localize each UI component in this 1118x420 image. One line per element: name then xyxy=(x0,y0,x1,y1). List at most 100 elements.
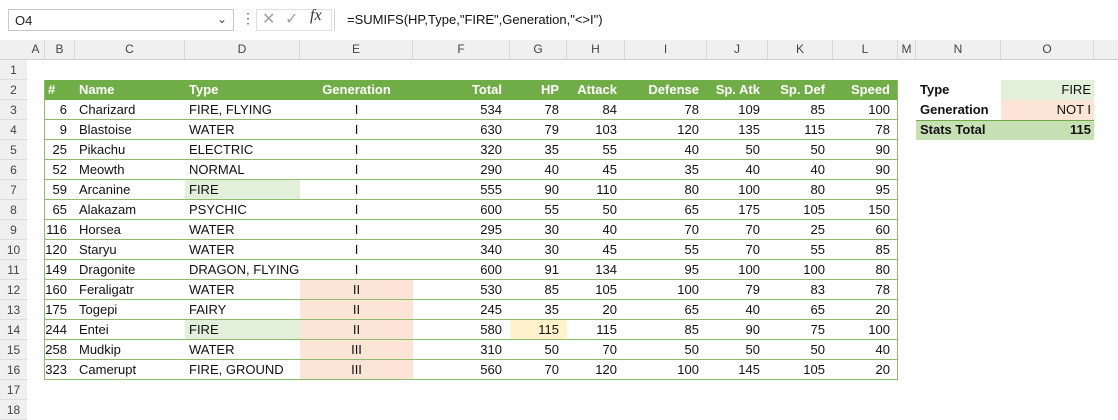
cell-speed[interactable]: 85 xyxy=(833,240,898,260)
cell-defense[interactable]: 95 xyxy=(625,260,707,280)
row-header[interactable]: 13 xyxy=(0,300,27,320)
cell-speed[interactable]: 40 xyxy=(833,340,898,360)
cell-generation[interactable]: I xyxy=(300,260,413,280)
row-header[interactable]: 8 xyxy=(0,200,27,220)
cell-sp-atk[interactable]: 50 xyxy=(707,140,768,160)
name-box[interactable]: O4 ⌄ xyxy=(8,9,234,31)
cell-total[interactable]: 560 xyxy=(413,360,510,380)
cell-hp[interactable]: 35 xyxy=(510,300,567,320)
cell-attack[interactable]: 45 xyxy=(567,160,625,180)
cell-defense[interactable]: 70 xyxy=(625,220,707,240)
cell-attack[interactable]: 103 xyxy=(567,120,625,140)
column-header-g[interactable]: G xyxy=(510,40,567,59)
cell-hp[interactable]: 90 xyxy=(510,180,567,200)
cell-generation[interactable]: I xyxy=(300,220,413,240)
cell-sp-def[interactable]: 40 xyxy=(768,160,833,180)
row-header[interactable]: 11 xyxy=(0,260,27,280)
cell-name[interactable]: Charizard xyxy=(75,100,185,120)
cell-defense[interactable]: 100 xyxy=(625,280,707,300)
cell-total[interactable]: 600 xyxy=(413,200,510,220)
cell-type[interactable]: ELECTRIC xyxy=(185,140,300,160)
cell-type[interactable]: WATER xyxy=(185,120,300,140)
column-header-c[interactable]: C xyxy=(75,40,185,59)
header-defense[interactable]: Defense xyxy=(625,80,707,100)
cell-defense[interactable]: 55 xyxy=(625,240,707,260)
cell-hp[interactable]: 30 xyxy=(510,240,567,260)
cell-generation[interactable]: III xyxy=(300,340,413,360)
cell-speed[interactable]: 150 xyxy=(833,200,898,220)
cell-name[interactable]: Mudkip xyxy=(75,340,185,360)
cell-id[interactable]: 6 xyxy=(45,100,75,120)
cell-speed[interactable]: 78 xyxy=(833,280,898,300)
cell-sp-atk[interactable]: 175 xyxy=(707,200,768,220)
cell-type[interactable]: FAIRY xyxy=(185,300,300,320)
cell-speed[interactable]: 80 xyxy=(833,260,898,280)
column-header-o[interactable]: O xyxy=(1001,40,1094,59)
cell-attack[interactable]: 115 xyxy=(567,320,625,340)
cell-id[interactable]: 258 xyxy=(45,340,75,360)
stats-total-value[interactable]: 115 xyxy=(1001,120,1091,140)
header-speed[interactable]: Speed xyxy=(833,80,898,100)
cell-total[interactable]: 340 xyxy=(413,240,510,260)
column-header-f[interactable]: F xyxy=(413,40,510,59)
row-header[interactable]: 16 xyxy=(0,360,27,380)
cell-attack[interactable]: 110 xyxy=(567,180,625,200)
cell-attack[interactable]: 40 xyxy=(567,220,625,240)
cell-hp[interactable]: 35 xyxy=(510,140,567,160)
cell-hp[interactable]: 91 xyxy=(510,260,567,280)
cell-defense[interactable]: 50 xyxy=(625,340,707,360)
cell-name[interactable]: Staryu xyxy=(75,240,185,260)
cell-generation[interactable]: I xyxy=(300,140,413,160)
cell-speed[interactable]: 95 xyxy=(833,180,898,200)
column-header-e[interactable]: E xyxy=(300,40,413,59)
cell-id[interactable]: 52 xyxy=(45,160,75,180)
cell-sp-def[interactable]: 100 xyxy=(768,260,833,280)
column-header-b[interactable]: B xyxy=(45,40,75,59)
cell-speed[interactable]: 90 xyxy=(833,140,898,160)
cell-hp[interactable]: 79 xyxy=(510,120,567,140)
chevron-down-icon[interactable]: ⌄ xyxy=(217,12,227,26)
cell-sp-atk[interactable]: 90 xyxy=(707,320,768,340)
column-header-i[interactable]: I xyxy=(625,40,707,59)
cell-defense[interactable]: 85 xyxy=(625,320,707,340)
cell-sp-atk[interactable]: 100 xyxy=(707,260,768,280)
select-all-corner[interactable] xyxy=(0,40,27,59)
row-header[interactable]: 10 xyxy=(0,240,27,260)
cell-speed[interactable]: 20 xyxy=(833,300,898,320)
cell-name[interactable]: Dragonite xyxy=(75,260,185,280)
cell-defense[interactable]: 78 xyxy=(625,100,707,120)
cell-name[interactable]: Horsea xyxy=(75,220,185,240)
cell-total[interactable]: 295 xyxy=(413,220,510,240)
column-header-j[interactable]: J xyxy=(707,40,768,59)
cell-id[interactable]: 175 xyxy=(45,300,75,320)
column-header-m[interactable]: M xyxy=(898,40,916,59)
header-total[interactable]: Total xyxy=(413,80,510,100)
row-header[interactable]: 7 xyxy=(0,180,27,200)
cell-name[interactable]: Camerupt xyxy=(75,360,185,380)
cell-name[interactable]: Feraligatr xyxy=(75,280,185,300)
cell-id[interactable]: 65 xyxy=(45,200,75,220)
cell-sp-def[interactable]: 25 xyxy=(768,220,833,240)
header-sp-def[interactable]: Sp. Def xyxy=(768,80,833,100)
cell-sp-atk[interactable]: 109 xyxy=(707,100,768,120)
cell-name[interactable]: Arcanine xyxy=(75,180,185,200)
cell-attack[interactable]: 45 xyxy=(567,240,625,260)
cell-speed[interactable]: 60 xyxy=(833,220,898,240)
column-header-d[interactable]: D xyxy=(185,40,300,59)
cell-name[interactable]: Pikachu xyxy=(75,140,185,160)
cell-hp[interactable]: 85 xyxy=(510,280,567,300)
row-header[interactable]: 17 xyxy=(0,380,27,400)
cell-sp-def[interactable]: 55 xyxy=(768,240,833,260)
cell-sp-def[interactable]: 50 xyxy=(768,340,833,360)
cell-defense[interactable]: 35 xyxy=(625,160,707,180)
cell-type[interactable]: FIRE xyxy=(185,320,300,340)
cell-attack[interactable]: 134 xyxy=(567,260,625,280)
row-header[interactable]: 4 xyxy=(0,120,27,140)
cell-type[interactable]: WATER xyxy=(185,240,300,260)
more-options-icon[interactable]: ⋮ xyxy=(241,10,255,27)
column-header-l[interactable]: L xyxy=(833,40,898,59)
cell-generation[interactable]: I xyxy=(300,180,413,200)
cell-defense[interactable]: 80 xyxy=(625,180,707,200)
enter-icon[interactable]: ✓ xyxy=(285,9,298,29)
cell-generation[interactable]: II xyxy=(300,280,413,300)
